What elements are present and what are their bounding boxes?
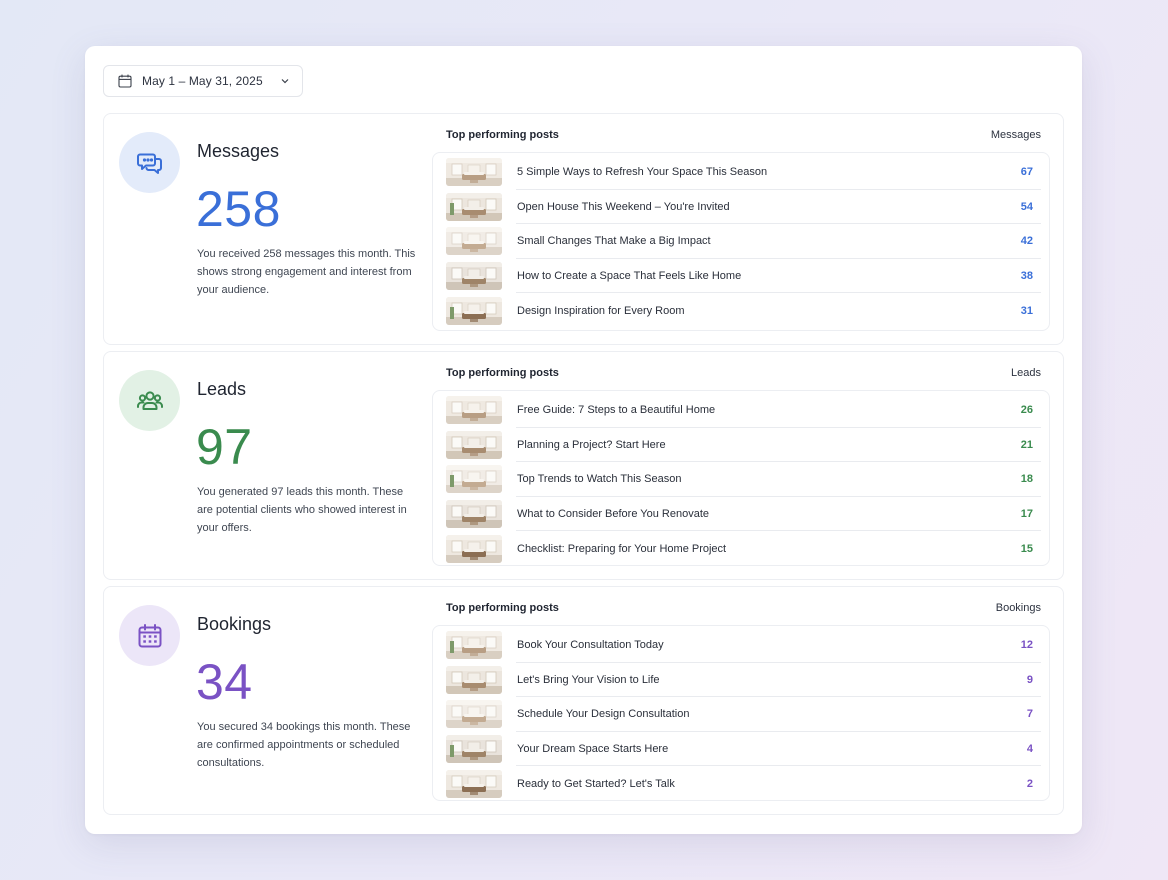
post-value: 17 <box>1020 508 1033 521</box>
metric-title: Bookings <box>197 614 272 634</box>
post-row[interactable]: Free Guide: 7 Steps to a Beautiful Home 2… <box>446 393 1041 428</box>
post-value: 38 <box>1020 270 1033 283</box>
post-value: 12 <box>1020 639 1033 652</box>
metric-value: 34 <box>196 654 253 710</box>
top-posts-label: Top performing posts <box>446 367 559 379</box>
metric-section-leads: Leads 97 You generated 97 leads this month… <box>103 351 1064 580</box>
top-posts-list: Free Guide: 7 Steps to a Beautiful Home 2… <box>432 390 1050 566</box>
metric-value: 97 <box>196 419 253 475</box>
post-title: Your Dream Space Starts Here <box>517 743 669 756</box>
date-range-label: May 1 – May 31, 2025 <box>142 74 263 88</box>
post-row[interactable]: Design Inspiration for Every Room 31 <box>446 293 1041 328</box>
metric-value: 258 <box>196 181 281 237</box>
post-row[interactable]: Planning a Project? Start Here 21 <box>446 428 1041 463</box>
post-thumbnail <box>446 665 502 694</box>
top-posts-label: Top performing posts <box>446 602 559 614</box>
post-title: Ready to Get Started? Let's Talk <box>517 777 675 790</box>
post-thumbnail <box>446 735 502 764</box>
post-row[interactable]: Ready to Get Started? Let's Talk 2 <box>446 766 1041 801</box>
top-posts-header: Top performing posts Leads <box>446 367 1041 379</box>
post-title: Free Guide: 7 Steps to a Beautiful Home <box>517 404 716 417</box>
top-posts-header: Top performing posts Bookings <box>446 602 1041 614</box>
post-row[interactable]: Open House This Weekend – You're Invited… <box>446 190 1041 225</box>
post-thumbnail <box>446 262 502 291</box>
post-title: How to Create a Space That Feels Like Ho… <box>517 270 742 283</box>
post-thumbnail <box>446 465 502 494</box>
post-row[interactable]: Your Dream Space Starts Here 4 <box>446 732 1041 767</box>
post-thumbnail <box>446 396 502 425</box>
post-title: Design Inspiration for Every Room <box>517 304 685 317</box>
post-value: 15 <box>1020 542 1033 555</box>
metric-description: You secured 34 bookings this month. Thes… <box>197 721 411 769</box>
date-range-picker[interactable]: May 1 – May 31, 2025 <box>103 65 303 97</box>
metric-title: Leads <box>197 379 247 399</box>
calendar-icon <box>118 74 132 88</box>
post-row[interactable]: How to Create a Space That Feels Like Ho… <box>446 259 1041 294</box>
post-row[interactable]: Let's Bring Your Vision to Life 9 <box>446 663 1041 698</box>
post-row[interactable]: What to Consider Before You Renovate 17 <box>446 497 1041 532</box>
users-group-icon <box>119 370 180 431</box>
post-title: Schedule Your Design Consultation <box>517 708 690 721</box>
post-value: 67 <box>1020 166 1033 179</box>
post-value: 26 <box>1020 404 1033 417</box>
post-value: 7 <box>1026 708 1033 721</box>
post-row[interactable]: Checklist: Preparing for Your Home Proje… <box>446 531 1041 566</box>
post-thumbnail <box>446 192 502 221</box>
post-thumbnail <box>446 296 502 325</box>
post-thumbnail <box>446 631 502 660</box>
post-title: Top Trends to Watch This Season <box>517 473 682 486</box>
post-thumbnail <box>446 227 502 256</box>
post-title: Checklist: Preparing for Your Home Proje… <box>517 542 727 555</box>
post-title: Planning a Project? Start Here <box>517 438 666 451</box>
post-thumbnail <box>446 769 502 798</box>
metric-description: You generated 97 leads this month. These… <box>197 486 407 534</box>
post-row[interactable]: Small Changes That Make a Big Impact 42 <box>446 224 1041 259</box>
post-value: 18 <box>1020 473 1033 486</box>
post-title: What to Consider Before You Renovate <box>517 508 710 521</box>
post-value: 31 <box>1020 304 1033 317</box>
post-title: 5 Simple Ways to Refresh Your Space This… <box>517 166 768 179</box>
top-posts-label: Top performing posts <box>446 129 559 141</box>
post-row[interactable]: Schedule Your Design Consultation 7 <box>446 697 1041 732</box>
post-thumbnail <box>446 158 502 187</box>
post-title: Small Changes That Make a Big Impact <box>517 235 711 248</box>
column-label: Leads <box>1011 367 1041 379</box>
post-row[interactable]: 5 Simple Ways to Refresh Your Space This… <box>446 155 1041 190</box>
chevron-down-icon <box>281 79 289 84</box>
top-posts-list: 5 Simple Ways to Refresh Your Space This… <box>432 152 1050 331</box>
chat-bubbles-icon <box>119 132 180 193</box>
post-title: Open House This Weekend – You're Invited <box>517 200 730 213</box>
post-thumbnail <box>446 500 502 529</box>
post-value: 42 <box>1020 235 1033 248</box>
top-posts-header: Top performing posts Messages <box>446 129 1041 141</box>
column-label: Bookings <box>995 602 1041 614</box>
post-thumbnail <box>446 700 502 729</box>
post-value: 21 <box>1020 438 1033 451</box>
top-posts-list: Book Your Consultation Today 12 Let's Brin… <box>432 625 1050 801</box>
post-row[interactable]: Book Your Consultation Today 12 <box>446 628 1041 663</box>
post-title: Let's Bring Your Vision to Life <box>517 673 660 686</box>
post-title: Book Your Consultation Today <box>517 639 664 652</box>
post-value: 9 <box>1026 673 1033 686</box>
post-value: 4 <box>1026 743 1033 756</box>
calendar-icon <box>119 605 180 666</box>
metric-description: You received 258 messages this month. Th… <box>197 248 416 296</box>
post-thumbnail <box>446 534 502 563</box>
post-thumbnail <box>446 430 502 459</box>
metric-title: Messages <box>197 141 280 161</box>
metric-section-bookings: Bookings 34 You secured 34 bookings this m… <box>103 586 1064 815</box>
post-value: 54 <box>1020 200 1033 213</box>
post-value: 2 <box>1026 777 1033 790</box>
post-row[interactable]: Top Trends to Watch This Season 18 <box>446 462 1041 497</box>
metric-section-messages: Messages 258 You received 258 messages thi… <box>103 113 1064 345</box>
dashboard-card: May 1 – May 31, 2025 Messages 258 You rece… <box>85 46 1082 834</box>
column-label: Messages <box>990 129 1041 141</box>
